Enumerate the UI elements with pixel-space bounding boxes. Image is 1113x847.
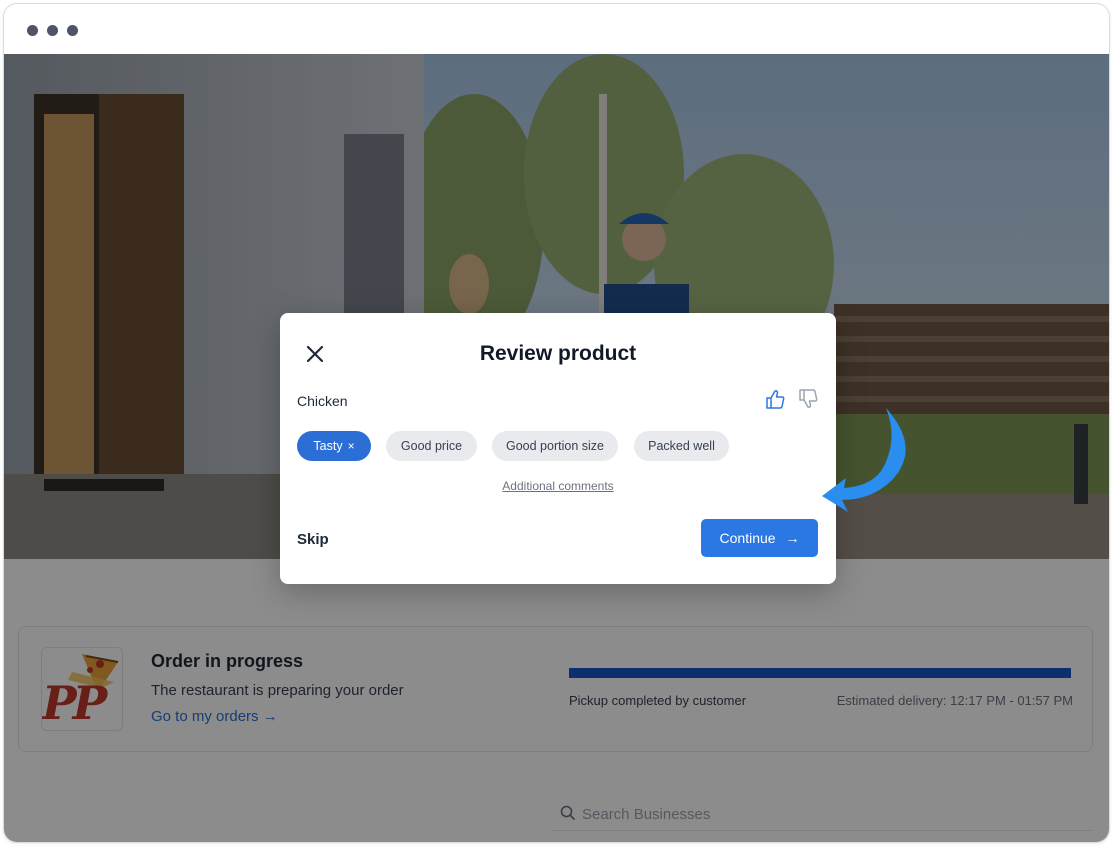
chip-label: Good portion size [506, 439, 604, 453]
product-name: Chicken [297, 393, 348, 409]
page-content: PP Order in progress The restaurant is p… [4, 54, 1109, 842]
chip-label: Good price [400, 439, 463, 453]
window-dot [27, 25, 38, 36]
skip-button[interactable]: Skip [297, 531, 329, 548]
continue-label: Continue [719, 530, 776, 546]
additional-comments-link[interactable]: Additional comments [280, 479, 836, 493]
chip-tasty[interactable]: Tasty × [297, 431, 371, 461]
window-titlebar [4, 4, 1109, 54]
review-product-modal: Review product Chicken Tasty × Good price… [280, 313, 836, 584]
modal-title: Review product [479, 342, 637, 365]
chip-label: Packed well [648, 439, 715, 453]
thumbs-down-icon[interactable] [797, 388, 819, 410]
chip-packed-well[interactable]: Packed well [634, 431, 729, 461]
chip-good-price[interactable]: Good price [386, 431, 477, 461]
window-dot [67, 25, 78, 36]
annotation-arrow-icon [822, 408, 906, 512]
arrow-right-icon: → [785, 530, 800, 546]
chip-remove-icon[interactable]: × [348, 439, 355, 453]
continue-button[interactable]: Continue → [701, 519, 818, 557]
thumbs-up-icon[interactable] [764, 388, 786, 410]
window-dot [47, 25, 58, 36]
browser-window: PP Order in progress The restaurant is p… [3, 3, 1110, 843]
chip-label: Tasty [313, 439, 343, 453]
chip-good-portion-size[interactable]: Good portion size [492, 431, 618, 461]
